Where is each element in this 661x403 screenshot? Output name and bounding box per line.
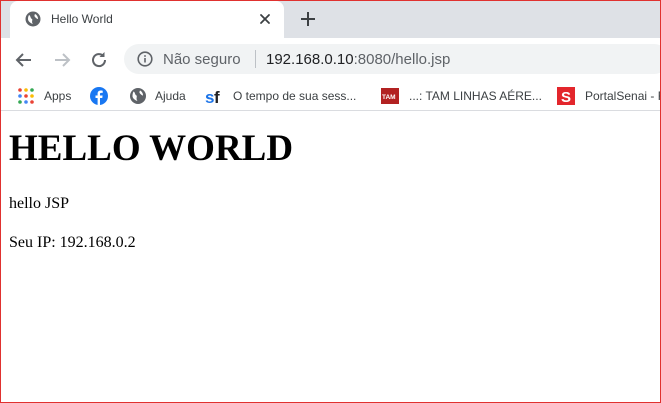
tab-hello-world[interactable]: Hello World (10, 1, 284, 38)
tab-strip: Hello World (1, 1, 660, 38)
bookmark-label: Apps (44, 89, 72, 103)
bookmark-apps[interactable]: Apps (17, 87, 77, 105)
apps-grid-icon (17, 87, 35, 105)
tab-title: Hello World (51, 12, 113, 26)
svg-text:TAM: TAM (382, 94, 396, 101)
page-text-hello: hello JSP (9, 195, 70, 212)
senai-logo-icon: S (557, 87, 575, 106)
back-arrow-icon[interactable] (14, 50, 34, 70)
info-icon[interactable] (137, 51, 153, 67)
globe-icon (25, 11, 41, 27)
sf-logo-icon: s f (205, 87, 223, 107)
bookmark-portal-senai[interactable]: S PortalSenai - F (557, 87, 661, 106)
new-tab-plus-icon[interactable] (299, 10, 317, 28)
url-host: 192.168.0.10 (266, 51, 354, 68)
bookmark-label: ...: TAM LINHAS AÉRE... (409, 89, 542, 103)
bookmark-label: O tempo de sua sess... (233, 89, 357, 103)
svg-text:f: f (214, 88, 220, 105)
bookmark-label: Ajuda (155, 89, 186, 103)
address-bar[interactable]: Não seguro 192.168.0.10:8080/hello.jsp (124, 44, 660, 74)
toolbar: Não seguro 192.168.0.10:8080/hello.jsp (1, 38, 660, 81)
close-icon[interactable] (257, 11, 273, 27)
bookmarks-bar: Apps Ajuda s f O tempo de sua sess... TA… (1, 81, 661, 111)
url-path: :8080/hello.jsp (353, 51, 451, 68)
bookmark-tam[interactable]: TAM ...: TAM LINHAS AÉRE... (381, 87, 542, 105)
page-heading: HELLO WORLD (9, 128, 294, 169)
bookmark-tempo-sessao[interactable]: s f O tempo de sua sess... (205, 87, 365, 107)
page-text-ip: Seu IP: 192.168.0.2 (9, 234, 136, 251)
svg-text:S: S (561, 89, 571, 105)
bookmark-ajuda[interactable]: Ajuda (129, 87, 191, 105)
tam-logo-icon: TAM (381, 87, 399, 105)
security-status[interactable]: Não seguro (163, 51, 241, 68)
facebook-icon (90, 87, 108, 105)
omnibox-divider (255, 50, 256, 68)
url-text[interactable]: 192.168.0.10:8080/hello.jsp (266, 51, 450, 68)
globe-icon (129, 87, 147, 105)
page-content: HELLO WORLD hello JSP Seu IP: 192.168.0.… (1, 111, 660, 402)
reload-icon[interactable] (89, 50, 109, 70)
forward-arrow-icon[interactable] (52, 50, 72, 70)
browser-window: Hello World Não seguro 192.168.0.10:8080… (0, 0, 661, 403)
bookmark-label: PortalSenai - F (585, 89, 661, 103)
bookmark-facebook[interactable] (90, 87, 112, 105)
